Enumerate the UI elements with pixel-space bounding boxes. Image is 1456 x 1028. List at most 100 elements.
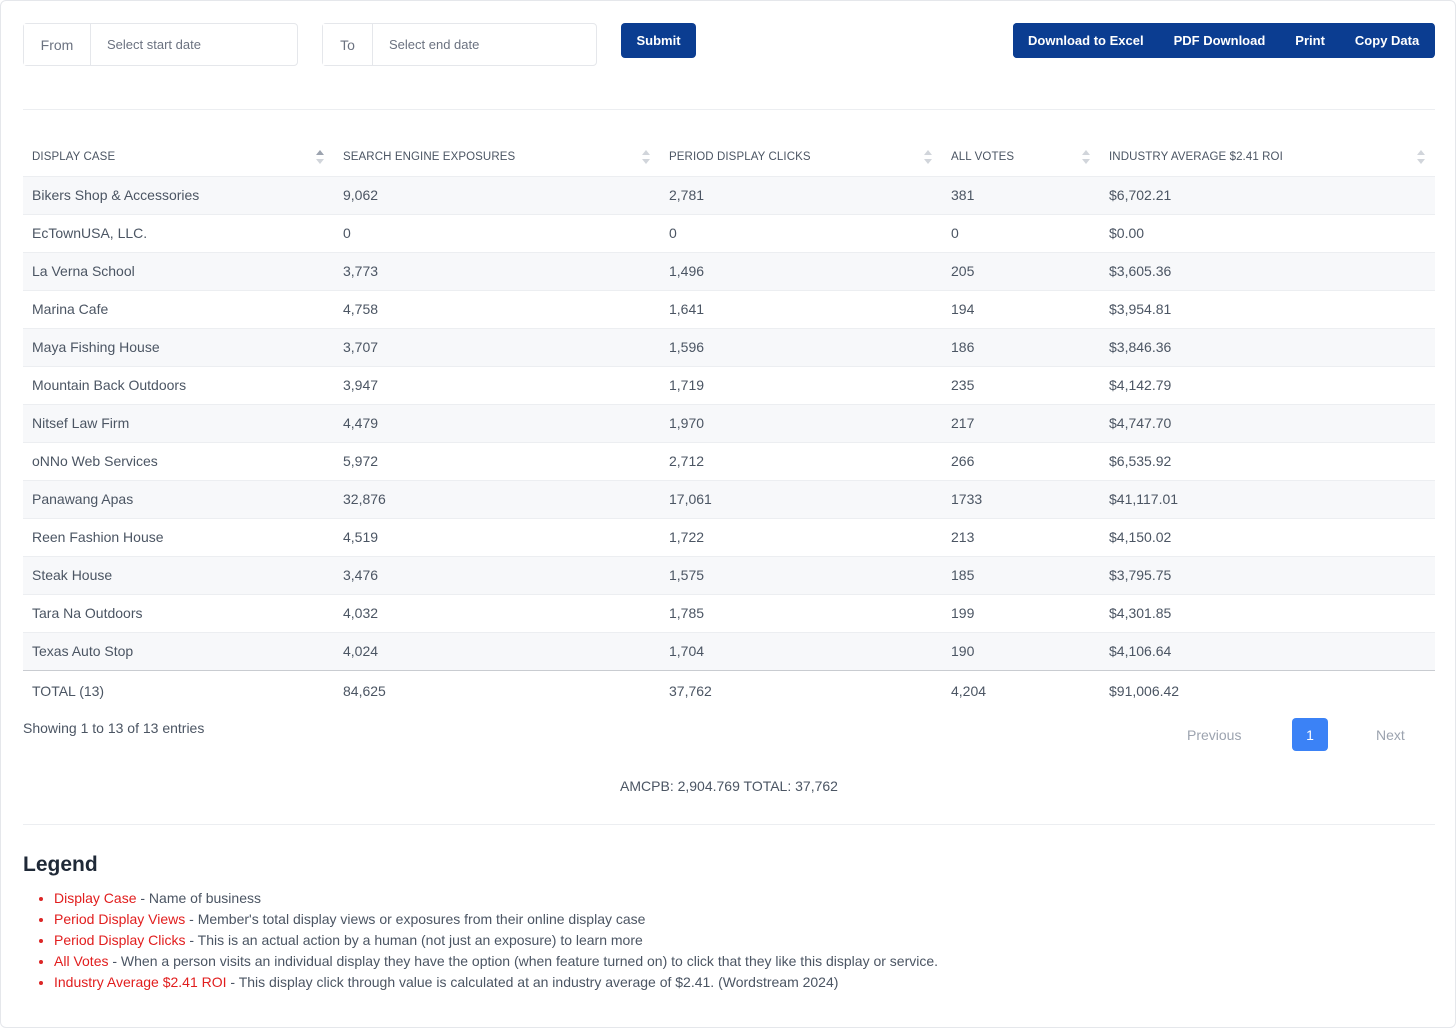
previous-page-button[interactable]: Previous — [1187, 727, 1241, 743]
cell-clicks: 1,596 — [660, 327, 942, 366]
table-body: Bikers Shop & Accessories 9,062 2,781 381 $6… — [23, 175, 1435, 670]
start-date-picker[interactable]: From — [23, 23, 298, 66]
legend-description: - When a person visits an individual dis… — [108, 953, 939, 969]
column-header-display-case[interactable]: DISPLAY CASE — [23, 139, 334, 176]
to-label: To — [323, 24, 373, 65]
table-header-row: DISPLAY CASE SEARCH ENGINE EXPOSURES PER… — [23, 139, 1435, 176]
pdf-download-button[interactable]: PDF Download — [1158, 23, 1281, 58]
cell-exposures: 3,773 — [334, 251, 660, 290]
entries-info: Showing 1 to 13 of 13 entries — [23, 720, 205, 736]
cell-exposures: 3,476 — [334, 555, 660, 594]
cell-display-case: Nitsef Law Firm — [23, 403, 334, 442]
cell-clicks: 1,722 — [660, 517, 942, 556]
cell-votes: 1733 — [942, 479, 1100, 518]
cell-votes: 185 — [942, 555, 1100, 594]
report-panel: From To Submit Download to Excel PDF Dow… — [0, 0, 1456, 1028]
cell-roi: $3,846.36 — [1100, 327, 1435, 366]
sort-icon — [1417, 150, 1425, 165]
column-header-search-engine-exposures[interactable]: SEARCH ENGINE EXPOSURES — [334, 139, 660, 176]
legend-term: All Votes — [54, 953, 109, 969]
end-date-input[interactable] — [373, 24, 596, 65]
submit-button[interactable]: Submit — [621, 23, 696, 58]
sort-icon — [316, 150, 324, 165]
legend-item: Period Display Clicks - This is an actua… — [54, 930, 938, 951]
cell-exposures: 0 — [334, 213, 660, 252]
total-label: TOTAL (13) — [23, 669, 334, 712]
cell-roi: $3,605.36 — [1100, 251, 1435, 290]
print-button[interactable]: Print — [1280, 23, 1340, 58]
cell-votes: 199 — [942, 593, 1100, 632]
page-1-button[interactable]: 1 — [1292, 718, 1328, 751]
total-clicks: 37,762 — [660, 669, 942, 712]
cell-exposures: 9,062 — [334, 175, 660, 214]
cell-exposures: 32,876 — [334, 479, 660, 518]
copy-data-button[interactable]: Copy Data — [1339, 23, 1435, 58]
from-label: From — [24, 24, 91, 65]
cell-exposures: 4,479 — [334, 403, 660, 442]
end-date-picker[interactable]: To — [322, 23, 597, 66]
legend-term: Period Display Views — [54, 911, 186, 927]
cell-display-case: Tara Na Outdoors — [23, 593, 334, 632]
legend-description: - This is an actual action by a human (n… — [185, 932, 643, 948]
cell-votes: 381 — [942, 175, 1100, 214]
total-exposures: 84,625 — [334, 669, 660, 712]
download-excel-button[interactable]: Download to Excel — [1013, 23, 1159, 58]
cell-exposures: 4,519 — [334, 517, 660, 556]
table-row: Texas Auto Stop 4,024 1,704 190 $4,106.64 — [23, 631, 1435, 670]
legend-description: - Name of business — [136, 890, 261, 906]
cell-display-case: Steak House — [23, 555, 334, 594]
legend-description: - This display click through value is ca… — [226, 974, 839, 990]
summary-text: AMCPB: 2,904.769 TOTAL: 37,762 — [620, 778, 838, 794]
legend-item: Period Display Views - Member's total di… — [54, 909, 938, 930]
table-row: Mountain Back Outdoors 3,947 1,719 235 $4,14… — [23, 365, 1435, 404]
cell-display-case: La Verna School — [23, 251, 334, 290]
total-votes: 4,204 — [942, 669, 1100, 712]
cell-display-case: Maya Fishing House — [23, 327, 334, 366]
cell-clicks: 1,970 — [660, 403, 942, 442]
table-row: Marina Cafe 4,758 1,641 194 $3,954.81 — [23, 289, 1435, 328]
cell-display-case: oNNo Web Services — [23, 441, 334, 480]
table-row: Reen Fashion House 4,519 1,722 213 $4,150.02 — [23, 517, 1435, 556]
total-roi: $91,006.42 — [1100, 669, 1435, 712]
cell-clicks: 1,785 — [660, 593, 942, 632]
cell-roi: $4,747.70 — [1100, 403, 1435, 442]
legend-description: - Member's total display views or exposu… — [185, 911, 646, 927]
top-divider — [23, 109, 1435, 110]
sort-icon — [642, 150, 650, 165]
sort-icon — [924, 150, 932, 165]
cell-roi: $4,142.79 — [1100, 365, 1435, 404]
cell-display-case: Panawang Apas — [23, 479, 334, 518]
cell-display-case: Reen Fashion House — [23, 517, 334, 556]
legend-term: Industry Average $2.41 ROI — [54, 974, 227, 990]
cell-roi: $0.00 — [1100, 213, 1435, 252]
next-page-button[interactable]: Next — [1376, 727, 1405, 743]
column-header-industry-average-roi[interactable]: INDUSTRY AVERAGE $2.41 ROI — [1100, 139, 1435, 176]
table-total-row: TOTAL (13) 84,625 37,762 4,204 $91,006.4… — [23, 669, 1435, 712]
cell-roi: $3,795.75 — [1100, 555, 1435, 594]
table-row: Tara Na Outdoors 4,032 1,785 199 $4,301.85 — [23, 593, 1435, 632]
cell-votes: 217 — [942, 403, 1100, 442]
cell-exposures: 3,707 — [334, 327, 660, 366]
sort-icon — [1082, 150, 1090, 165]
table-row: Nitsef Law Firm 4,479 1,970 217 $4,747.70 — [23, 403, 1435, 442]
cell-clicks: 2,781 — [660, 175, 942, 214]
legend-divider — [23, 824, 1435, 825]
table-row: EcTownUSA, LLC. 0 0 0 $0.00 — [23, 213, 1435, 252]
cell-clicks: 2,712 — [660, 441, 942, 480]
cell-roi: $41,117.01 — [1100, 479, 1435, 518]
cell-clicks: 1,496 — [660, 251, 942, 290]
legend-item: Industry Average $2.41 ROI - This displa… — [54, 972, 938, 993]
cell-votes: 266 — [942, 441, 1100, 480]
cell-exposures: 4,758 — [334, 289, 660, 328]
export-button-group: Download to Excel PDF Download Print Cop… — [1013, 23, 1435, 58]
column-header-period-display-clicks[interactable]: PERIOD DISPLAY CLICKS — [660, 139, 942, 176]
cell-exposures: 5,972 — [334, 441, 660, 480]
cell-votes: 186 — [942, 327, 1100, 366]
table-row: oNNo Web Services 5,972 2,712 266 $6,535.92 — [23, 441, 1435, 480]
cell-display-case: Mountain Back Outdoors — [23, 365, 334, 404]
legend-list: Display Case - Name of businessPeriod Di… — [54, 888, 938, 993]
start-date-input[interactable] — [91, 24, 297, 65]
cell-votes: 0 — [942, 213, 1100, 252]
column-header-all-votes[interactable]: ALL VOTES — [942, 139, 1100, 176]
legend-title: Legend — [23, 853, 98, 876]
